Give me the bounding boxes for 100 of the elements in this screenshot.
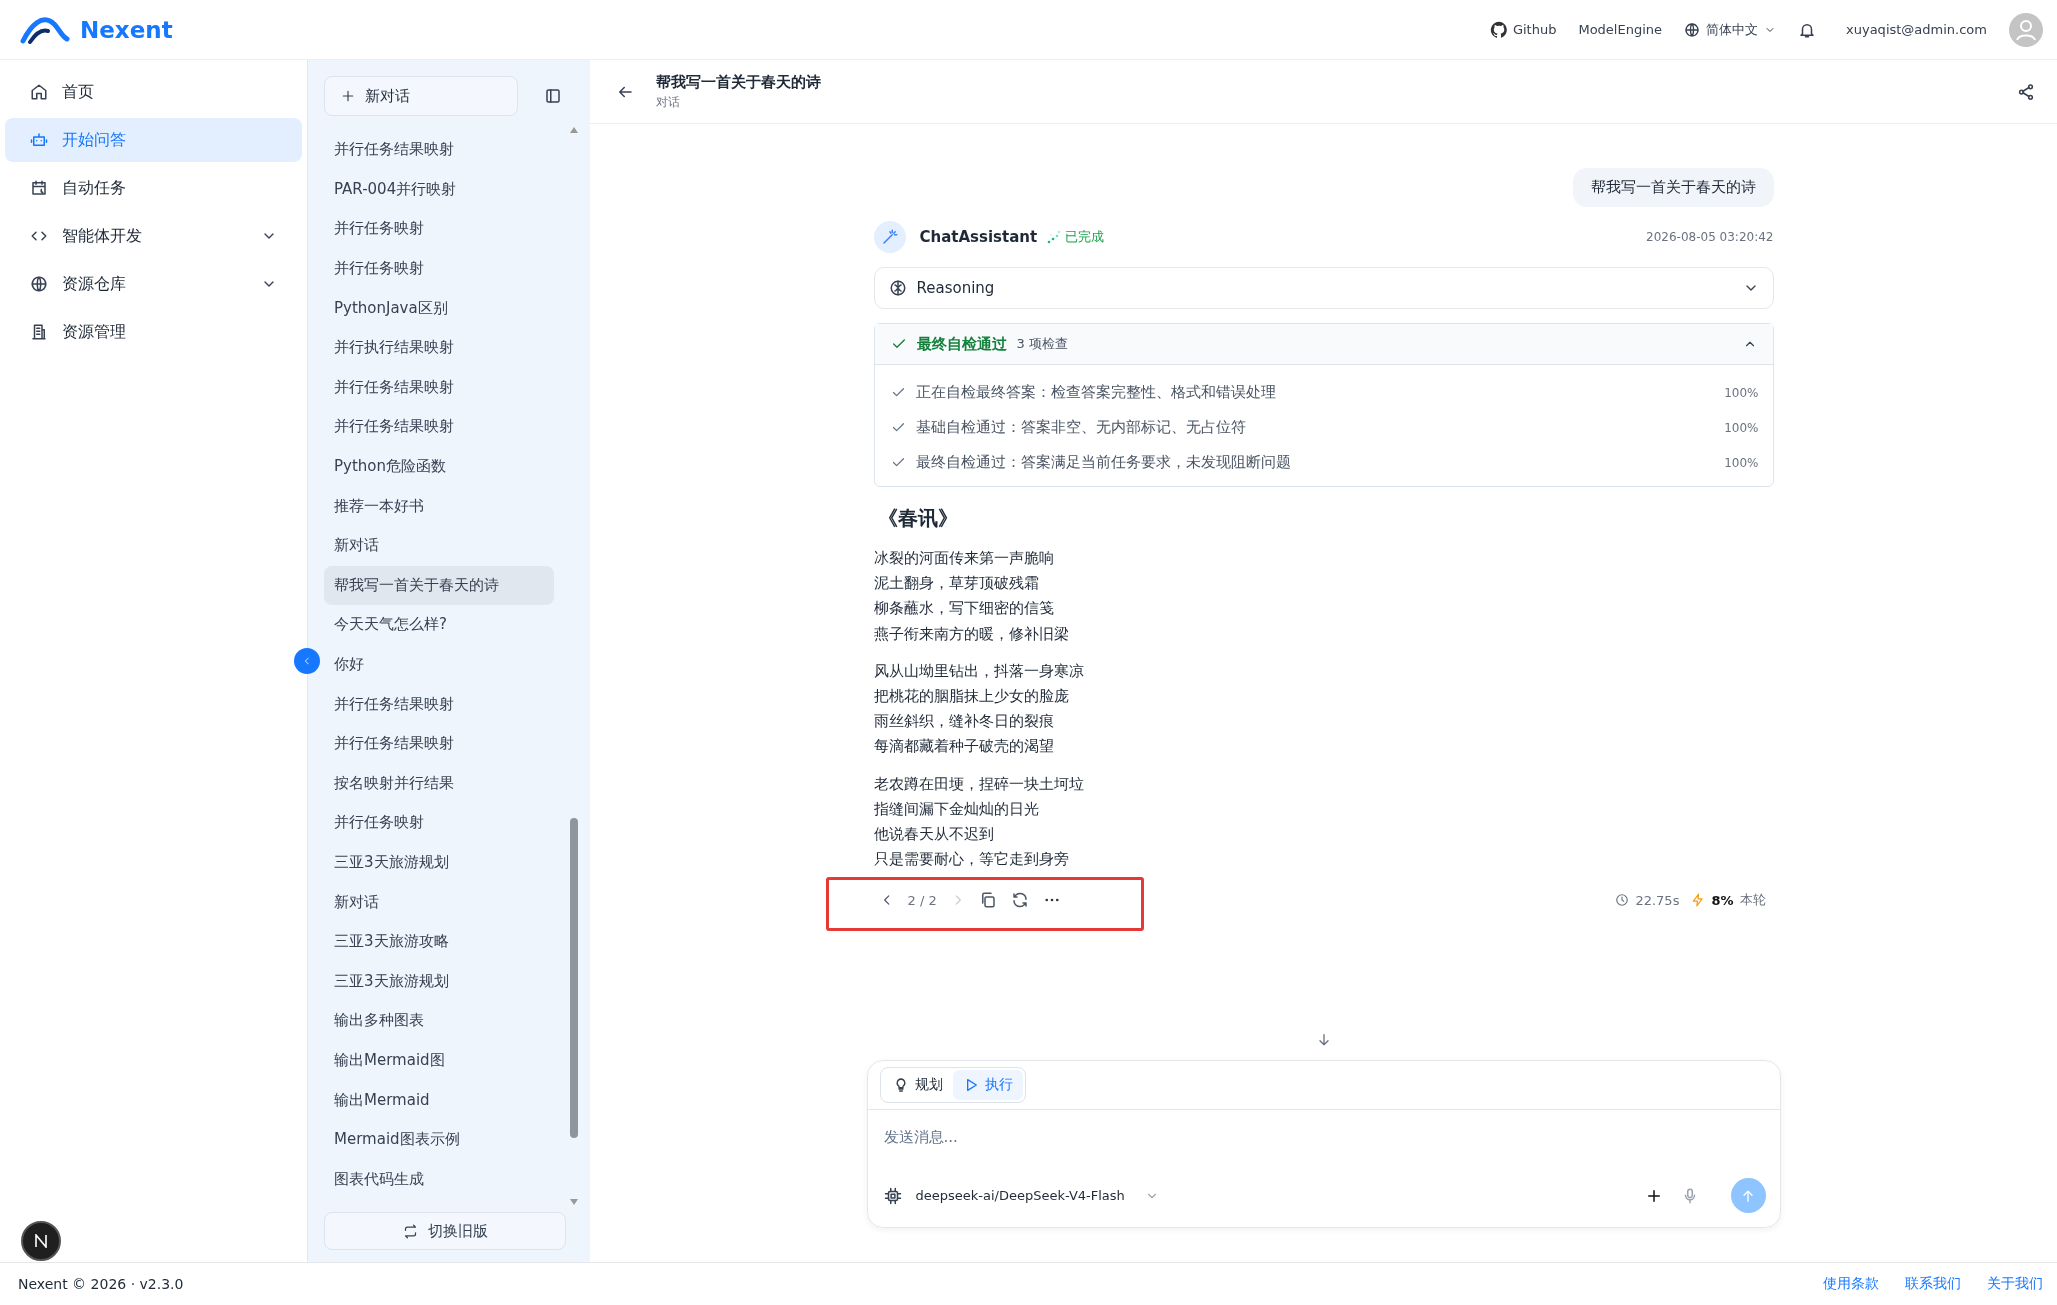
user-message: 帮我写一首关于春天的诗	[1572, 168, 1774, 207]
footer-link[interactable]: 关于我们	[1987, 1275, 2043, 1293]
modelengine-link[interactable]: ModelEngine	[1578, 22, 1663, 37]
conversation-item[interactable]: PythonJava区别	[324, 288, 554, 328]
github-link[interactable]: Github	[1489, 20, 1557, 39]
home-icon	[30, 83, 48, 101]
building-icon	[30, 323, 48, 341]
poem-line: 老农蹲在田埂，捏碎一块土坷垃	[873, 773, 1085, 795]
wand-icon	[880, 228, 899, 246]
language-selector[interactable]: 简体中文	[1684, 20, 1777, 39]
conversation-item[interactable]: 并行任务结果映射	[324, 684, 554, 724]
conversation-item[interactable]: 按名映射并行结果	[324, 763, 554, 804]
page-counter: 2 / 2	[907, 892, 937, 908]
switch-version-button[interactable]: 切换旧版	[324, 1212, 566, 1250]
robot-icon	[30, 131, 48, 149]
poem-line: 指缝间漏下金灿灿的日光	[873, 798, 1040, 820]
nav-item[interactable]: 资源仓库	[5, 262, 302, 306]
reasoning-toggle[interactable]: Reasoning	[873, 267, 1774, 309]
poem-line: 风从山坳里钻出，抖落一身寒凉	[873, 660, 1085, 682]
conversation-item[interactable]: 并行任务结果映射	[324, 407, 554, 447]
nav-item[interactable]: 开始问答	[5, 118, 302, 162]
poem-line: 雨丝斜织，缝补冬日的裂痕	[873, 711, 1055, 733]
nav-item[interactable]: 首页	[5, 70, 302, 114]
conversation-item[interactable]: 并行任务结果映射	[324, 723, 554, 764]
conversation-item[interactable]: Python危险函数	[324, 446, 554, 487]
usage-label: 本轮	[1739, 891, 1766, 910]
conversation-item[interactable]: 你好	[324, 644, 554, 685]
conversation-item[interactable]: 输出Mermaid图	[324, 1040, 554, 1081]
conversation-item[interactable]: Mermaid图表示例	[324, 1119, 554, 1160]
conversation-item[interactable]: 并行执行结果映射	[324, 327, 554, 368]
conversation-item[interactable]: 三亚3天旅游规划	[324, 961, 554, 1002]
timestamp: 2026-08-05 03:20:42	[1646, 230, 1774, 244]
poem-line: 泥土翻身，草芽顶破残霜	[873, 573, 1040, 595]
footer-link[interactable]: 联系我们	[1905, 1275, 1961, 1293]
nav-item[interactable]: 智能体开发	[5, 214, 302, 258]
conversation-item[interactable]: 今天天气怎么样?	[324, 605, 554, 645]
logo-mark-icon	[34, 1234, 48, 1248]
check-header[interactable]: 最终自检通过 3 项检查	[874, 324, 1773, 365]
mode-tab[interactable]: 规划	[882, 1070, 953, 1100]
sidebar-toggle-icon[interactable]	[544, 87, 562, 105]
scroll-down-icon[interactable]	[569, 1198, 579, 1206]
floating-button[interactable]	[21, 1221, 61, 1261]
nav-item[interactable]: 自动任务	[5, 166, 302, 210]
check-percent: 100%	[1724, 420, 1759, 435]
check-count: 3 项检查	[1016, 335, 1068, 353]
conversation-item[interactable]: 并行任务结果映射	[324, 367, 554, 408]
new-chat-button[interactable]: 新对话	[324, 76, 518, 116]
poem-title: 《春讯》	[877, 505, 959, 532]
check-percent: 100%	[1724, 455, 1759, 470]
conversation-item[interactable]: 推荐一本好书	[324, 486, 554, 526]
poem-line: 只是需要耐心，等它走到身旁	[873, 849, 1070, 871]
conversation-item[interactable]: PAR-004并行映射	[324, 169, 554, 210]
chat-title: 帮我写一首关于春天的诗	[656, 72, 822, 92]
refresh-icon[interactable]	[1010, 891, 1029, 910]
check-percent: 100%	[1724, 385, 1759, 400]
brain-icon	[888, 279, 907, 297]
conversation-item[interactable]: 并行任务映射	[324, 803, 554, 843]
conversation-item[interactable]: 三亚3天旅游攻略	[324, 921, 554, 962]
check-item-text: 基础自检通过：答案非空、无内部标记、无占位符	[915, 418, 1246, 437]
chevron-left-icon	[302, 656, 312, 666]
conversation-item[interactable]: 新对话	[324, 525, 554, 566]
poem-line: 燕子衔来南方的暖，修补旧梁	[873, 623, 1070, 645]
nav-item[interactable]: 资源管理	[5, 310, 302, 354]
conversation-item[interactable]: 并行任务映射	[324, 209, 554, 249]
poem-line: 把桃花的胭脂抹上少女的脸庞	[873, 686, 1070, 707]
check-item-text: 最终自检通过：答案满足当前任务要求，未发现阻断问题	[915, 453, 1291, 472]
conversation-item[interactable]: 并行任务结果映射	[324, 130, 554, 170]
model-selector[interactable]: deepseek-ai/DeepSeek-V4-Flash	[915, 1188, 1159, 1203]
check-item-text: 正在自检最终答案：检查答案完整性、格式和错误处理	[915, 383, 1276, 402]
conversation-item[interactable]: 输出多种图表	[324, 1001, 554, 1041]
status-text: 已完成	[1065, 228, 1105, 246]
collapse-button[interactable]	[294, 648, 320, 674]
share-icon[interactable]	[2017, 82, 2035, 101]
conversation-item[interactable]: 输出Mermaid	[324, 1080, 554, 1120]
copyright-text: Nexent © 2026 · v2.3.0	[18, 1276, 184, 1292]
conversation-item[interactable]: 图表代码生成	[324, 1159, 554, 1200]
poem-line: 每滴都藏着种子破壳的渴望	[873, 736, 1055, 758]
globe-icon	[1684, 21, 1701, 38]
scroll-up-icon[interactable]	[569, 126, 579, 134]
swap-icon	[402, 1223, 418, 1239]
github-icon	[1489, 20, 1508, 39]
user-email: xuyaqist@admin.com	[1846, 22, 1987, 37]
scrollbar-thumb[interactable]	[570, 818, 578, 1138]
conversation-item[interactable]: 帮我写一首关于春天的诗	[324, 565, 554, 606]
conversation-item[interactable]: 并行任务映射	[324, 248, 554, 289]
conversation-item[interactable]: 三亚3天旅游规划	[324, 842, 554, 883]
mode-tab[interactable]: 执行	[952, 1070, 1023, 1100]
conversation-item[interactable]: 新对话	[324, 882, 554, 922]
logo-text: Nexent	[80, 16, 173, 43]
dots-icon	[1047, 230, 1062, 244]
clock-icon	[1615, 893, 1630, 908]
check-title: 最终自检通过	[916, 334, 1007, 354]
message-composer[interactable]: 规划 执行 发送消息... deepseek-ai/DeepSeek-V4-Flash	[866, 1060, 1781, 1228]
poem-line: 他说春天从不迟到	[873, 824, 995, 846]
chat-subtitle: 对话	[656, 93, 681, 111]
bolt-icon	[1691, 893, 1706, 908]
poem-line: 柳条蘸水，写下细密的信笺	[873, 598, 1055, 620]
globe-icon	[30, 275, 48, 293]
plus-icon	[341, 89, 355, 103]
footer-link[interactable]: 使用条款	[1823, 1275, 1879, 1293]
